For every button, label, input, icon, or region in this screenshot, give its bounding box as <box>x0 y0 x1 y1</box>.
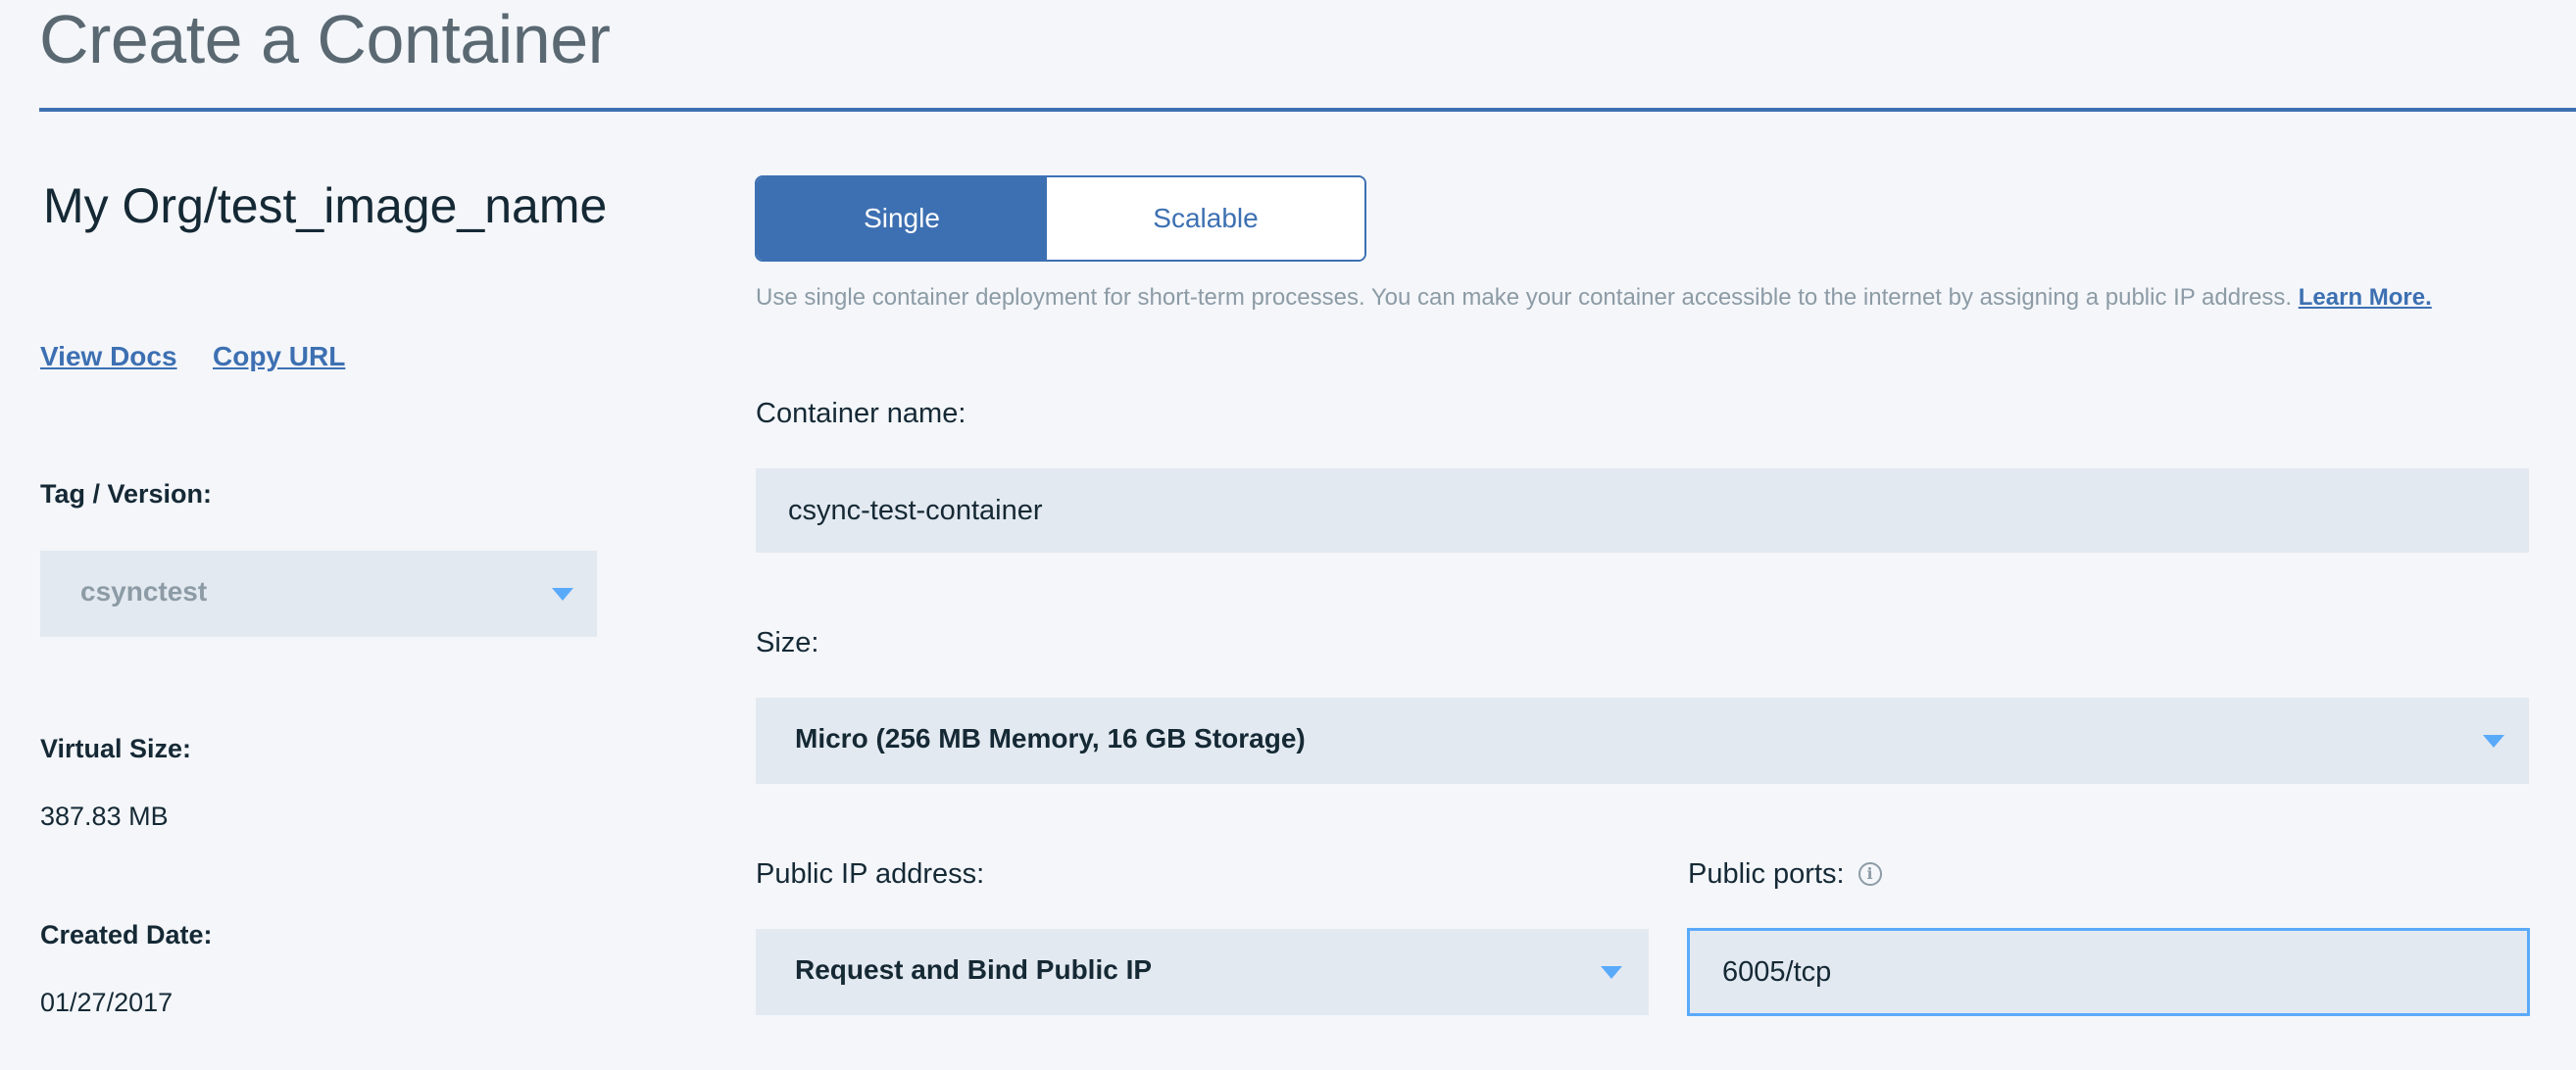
page-title: Create a Container <box>39 1 611 77</box>
size-label: Size: <box>756 627 819 658</box>
org-name: My Org <box>43 178 204 233</box>
title-divider <box>39 108 2576 112</box>
deployment-type-toggle: Single Scalable <box>755 175 1366 262</box>
info-icon[interactable]: i <box>1858 862 1882 886</box>
public-ports-label: Public ports: <box>1688 858 1845 890</box>
public-ip-value: Request and Bind Public IP <box>795 954 1153 985</box>
public-ip-select[interactable]: Request and Bind Public IP <box>756 929 1649 1015</box>
public-ports-label-row: Public ports: i <box>1688 856 1882 892</box>
chevron-down-icon <box>1601 966 1622 979</box>
size-select[interactable]: Micro (256 MB Memory, 16 GB Storage) <box>756 698 2529 784</box>
image-name: test_image_name <box>217 178 608 233</box>
chevron-down-icon <box>552 588 573 601</box>
chevron-down-icon <box>2483 735 2504 748</box>
view-docs-link[interactable]: View Docs <box>40 339 177 374</box>
container-name-label: Container name: <box>756 398 966 429</box>
created-date-label: Created Date: <box>40 920 213 949</box>
image-name-heading: My Org/test_image_name <box>43 176 607 235</box>
created-date-value: 01/27/2017 <box>40 988 173 1017</box>
tag-version-value: csynctest <box>80 576 208 607</box>
tag-version-label: Tag / Version: <box>40 479 213 509</box>
scalable-deployment-button[interactable]: Scalable <box>1047 177 1364 260</box>
public-ports-input[interactable] <box>1687 928 2530 1016</box>
image-separator: / <box>203 178 218 233</box>
container-name-input[interactable] <box>756 468 2529 553</box>
virtual-size-value: 387.83 MB <box>40 802 169 831</box>
deployment-help-copy: Use single container deployment for shor… <box>756 284 2293 311</box>
virtual-size-label: Virtual Size: <box>40 734 192 763</box>
size-value: Micro (256 MB Memory, 16 GB Storage) <box>795 723 1306 754</box>
single-deployment-button[interactable]: Single <box>757 177 1047 260</box>
public-ip-label: Public IP address: <box>756 858 985 890</box>
learn-more-link[interactable]: Learn More. <box>2299 284 2432 311</box>
copy-url-link[interactable]: Copy URL <box>213 339 345 374</box>
tag-version-select[interactable]: csynctest <box>40 551 597 637</box>
deployment-help-text: Use single container deployment for shor… <box>756 283 2432 313</box>
